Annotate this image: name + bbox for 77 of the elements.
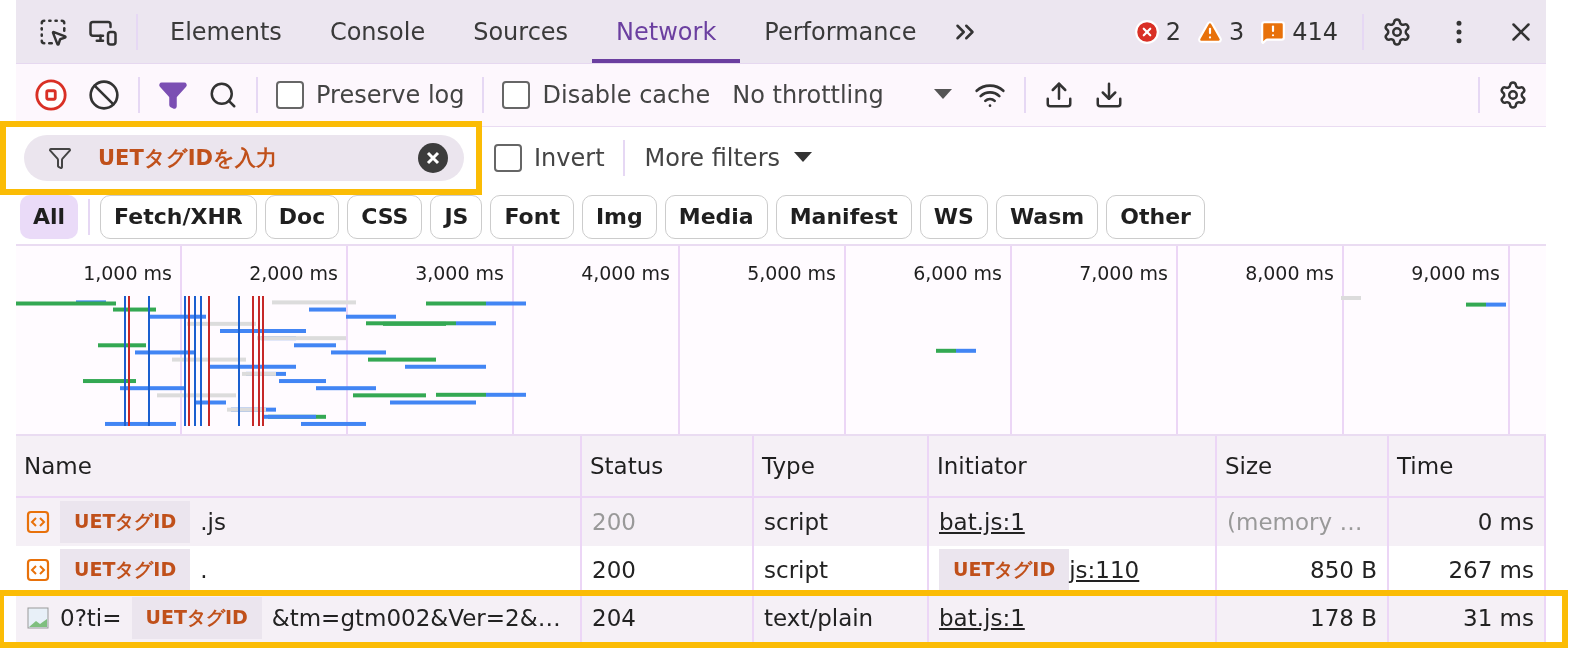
type-filter-chip[interactable]: Wasm — [995, 194, 1099, 239]
time-cell: 31 ms — [1389, 594, 1546, 642]
initiator-link[interactable]: js:110 — [1069, 557, 1140, 583]
redaction-label: UETタグID — [939, 549, 1070, 591]
type-filter-chip[interactable]: Doc — [264, 194, 340, 239]
counter-badge[interactable]: 2 — [1133, 17, 1181, 46]
initiator-link[interactable]: bat.js:1 — [939, 605, 1025, 631]
type-cell: text/plain — [754, 594, 929, 642]
time-tick-label: 6,000 ms — [913, 261, 1003, 286]
name-text: .js — [200, 509, 226, 535]
column-header[interactable]: Size — [1217, 436, 1389, 498]
column-header[interactable]: Status — [582, 436, 754, 498]
script-file-icon — [26, 558, 50, 582]
error-icon — [1133, 18, 1160, 45]
counter-badge[interactable]: 3 — [1196, 17, 1245, 46]
type-filter-chip[interactable]: WS — [919, 194, 988, 239]
column-header[interactable]: Name — [16, 436, 582, 498]
type-filter-chip[interactable]: JS — [430, 194, 483, 239]
warning-icon — [1196, 18, 1223, 45]
time-cell: 0 ms — [1389, 498, 1546, 546]
counter-count: 414 — [1292, 17, 1338, 46]
filter-field[interactable]: UETタグIDを入力 — [24, 135, 464, 181]
time-tick-label: 9,000 ms — [1411, 261, 1501, 286]
filter-icon — [48, 146, 72, 170]
counter-badge[interactable]: 414 — [1260, 17, 1338, 46]
type-filter-chip[interactable]: Img — [581, 194, 657, 239]
image-file-icon — [26, 606, 50, 630]
checkbox[interactable] — [502, 81, 531, 109]
type-filter-chip[interactable]: Manifest — [775, 194, 912, 239]
issue-icon — [1260, 18, 1287, 45]
time-tick-label: 4,000 ms — [581, 261, 671, 286]
time-tick-label: 1,000 ms — [83, 261, 173, 286]
checkbox-label: Preserve log — [316, 81, 465, 109]
time-tick-label: 5,000 ms — [747, 261, 837, 286]
redaction-label: UETタグID — [60, 501, 191, 543]
redaction-label: UETタグID — [131, 597, 262, 639]
caret-icon — [794, 152, 812, 164]
type-cell: script — [754, 498, 929, 546]
name-text: 0?ti= — [60, 605, 122, 631]
time-tick-label: 2,000 ms — [249, 261, 339, 286]
type-filter-chip[interactable]: All — [20, 194, 79, 239]
filter-input[interactable]: UETタグIDを入力 — [96, 145, 394, 171]
initiator-link[interactable]: bat.js:1 — [939, 509, 1025, 535]
panel-tab[interactable]: Performance — [740, 0, 941, 63]
throttling-dropdown[interactable]: No throttling — [720, 81, 964, 109]
script-file-icon — [26, 510, 50, 534]
time-tick-label: 8,000 ms — [1245, 261, 1335, 286]
panel-tab[interactable]: Elements — [146, 0, 306, 63]
size-cell: 178 B — [1217, 594, 1389, 642]
checkbox[interactable] — [494, 144, 522, 172]
type-filter-chip[interactable]: Media — [664, 194, 768, 239]
type-filter-chip[interactable]: Font — [490, 194, 574, 239]
name-text: . — [200, 557, 208, 583]
counter-count: 3 — [1228, 17, 1245, 46]
clear-icon[interactable] — [418, 143, 448, 173]
type-filter-chip[interactable]: Fetch/XHR — [100, 194, 257, 239]
column-header[interactable]: Time — [1389, 436, 1546, 498]
column-header[interactable]: Type — [754, 436, 929, 498]
type-filter-chip[interactable]: Other — [1106, 194, 1205, 239]
panel-tab[interactable]: Sources — [449, 0, 593, 63]
status-cell: 200 — [582, 498, 754, 546]
status-cell: 204 — [582, 594, 754, 642]
checkbox-label: Disable cache — [542, 81, 711, 109]
time-tick-label: 7,000 ms — [1079, 261, 1169, 286]
panel-tab[interactable]: Network — [592, 0, 741, 63]
column-header[interactable]: Initiator — [929, 436, 1217, 498]
checkbox[interactable] — [276, 81, 304, 109]
counter-count: 2 — [1165, 17, 1181, 46]
size-cell: (memory … — [1217, 498, 1389, 546]
redaction-label: UETタグID — [60, 549, 191, 591]
checkbox-label: Invert — [534, 144, 605, 172]
type-filter-chip[interactable]: CSS — [347, 194, 423, 239]
name-text: &tm=gtm002&Ver=2&… — [271, 605, 561, 631]
more-filters-dropdown[interactable]: More filters — [632, 144, 824, 172]
caret-icon — [933, 89, 952, 101]
panel-tab[interactable]: Console — [305, 0, 450, 63]
time-tick-label: 3,000 ms — [415, 261, 505, 286]
